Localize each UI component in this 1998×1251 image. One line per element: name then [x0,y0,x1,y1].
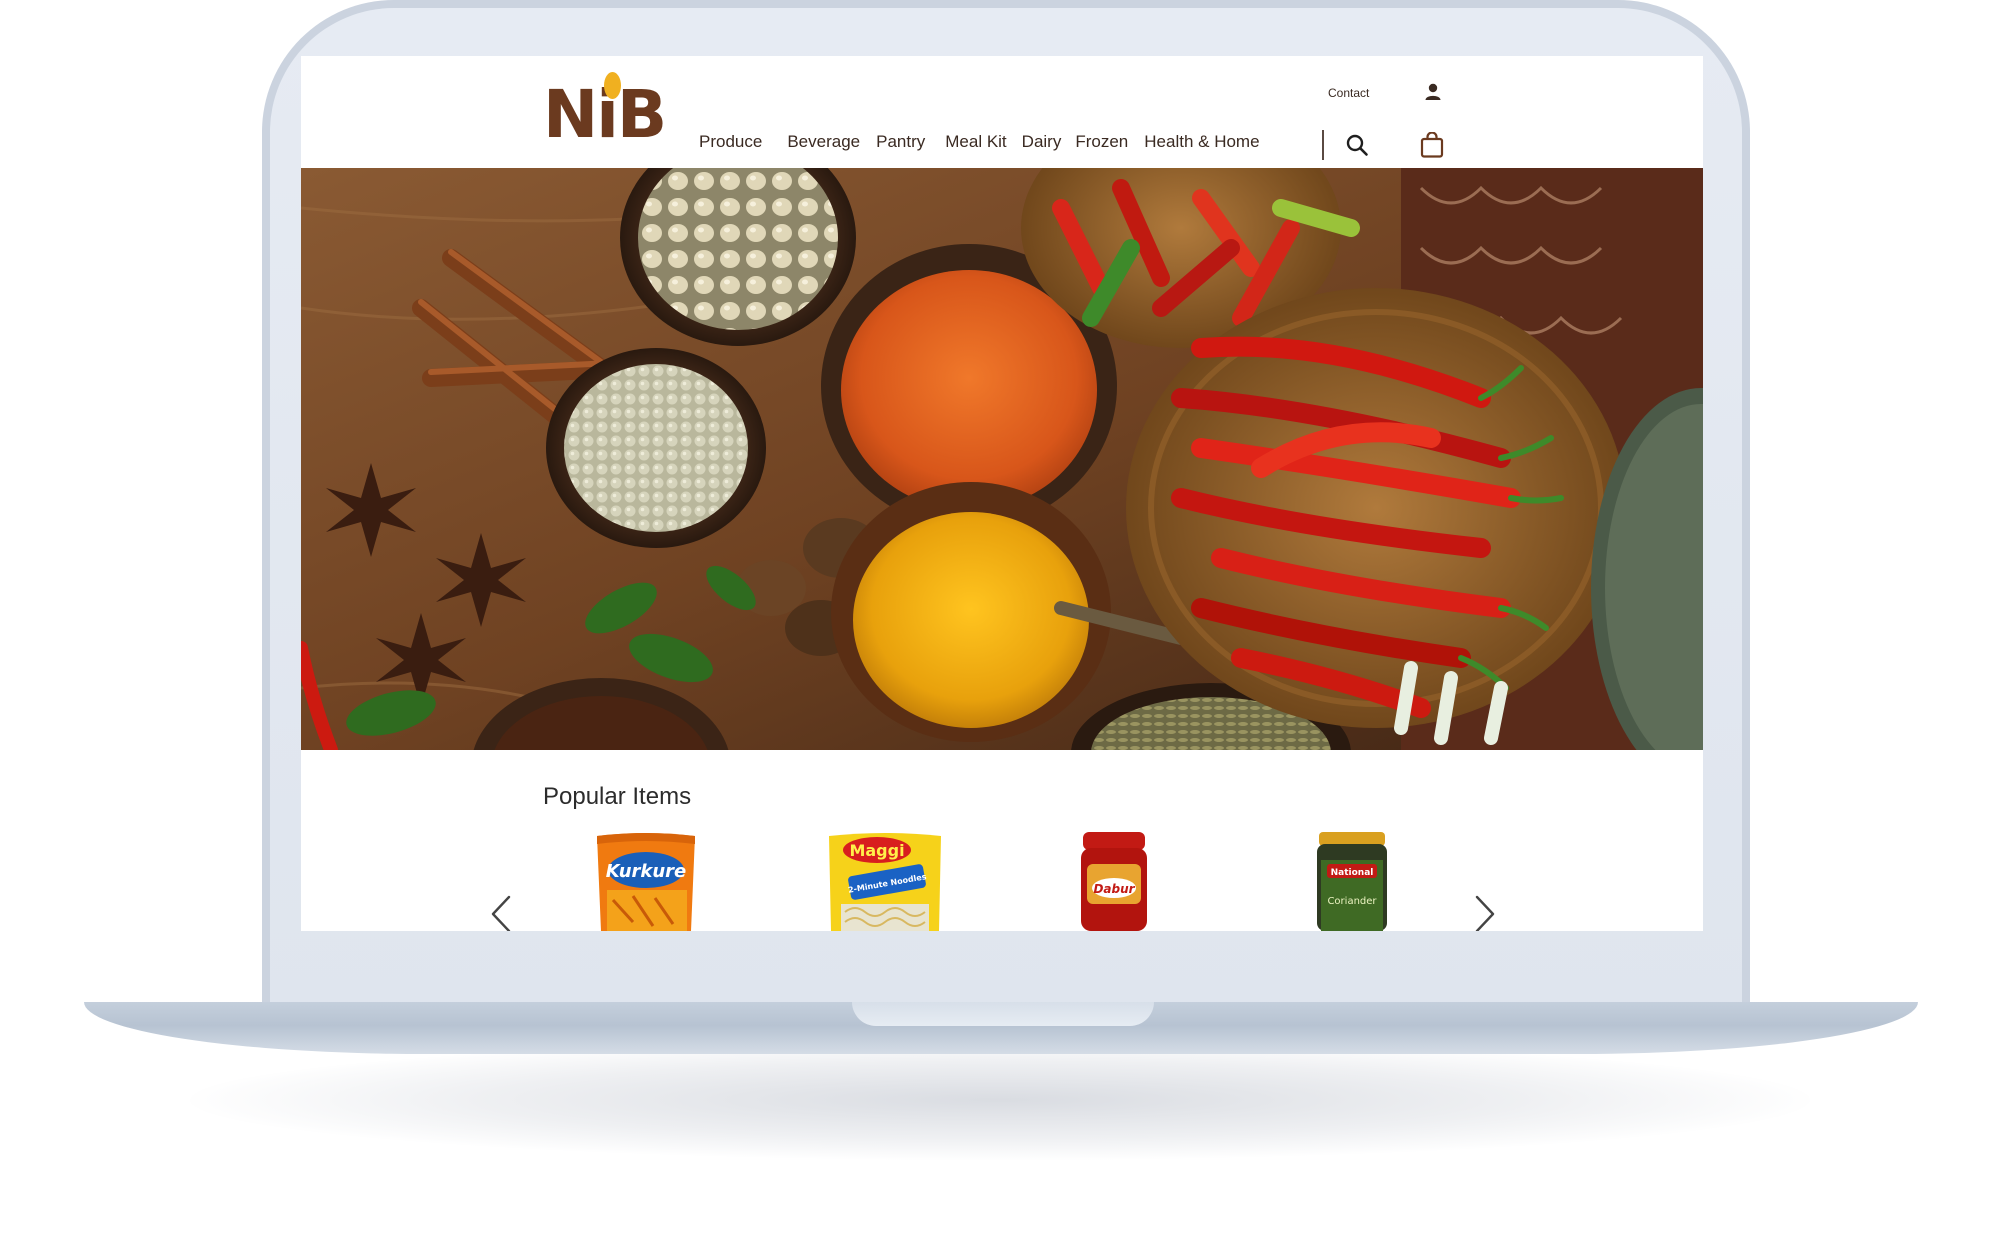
maggi-noodles-pack: Maggi 2-Minute Noodles [829,833,941,931]
national-subtitle-text: Coriander [1327,896,1377,907]
contact-link[interactable]: Contact [1328,86,1369,100]
kurkure-snack-pack: Kurkure [597,833,695,931]
user-icon[interactable] [1423,82,1443,102]
product-card-dabur[interactable]: Dabur [1077,830,1151,931]
site-header: NiB Produce Beverage Pantry Meal Kit Dai… [301,56,1703,168]
product-card-maggi[interactable]: Maggi 2-Minute Noodles [827,830,943,931]
maggi-brand-text: Maggi [849,841,904,860]
main-nav: Produce Beverage Pantry Meal Kit Dairy F… [699,130,1260,154]
hero-image [301,168,1703,750]
nav-item-meal-kit[interactable]: Meal Kit [945,132,1006,152]
dabur-brand-text: Dabur [1093,882,1135,896]
chevron-right-icon[interactable] [1473,894,1497,931]
nav-item-beverage[interactable]: Beverage [787,132,860,152]
nav-item-pantry[interactable]: Pantry [876,132,925,152]
nav-item-produce[interactable]: Produce [699,132,762,152]
chevron-left-icon[interactable] [489,894,513,931]
laptop-screen: NiB Produce Beverage Pantry Meal Kit Dai… [301,56,1703,931]
product-card-national-coriander[interactable]: National Coriander [1313,830,1391,931]
shopping-bag-icon[interactable] [1420,132,1444,158]
dabur-jar: Dabur [1081,832,1147,931]
popular-items-title: Popular Items [543,783,692,810]
national-brand-text: National [1331,868,1374,878]
nav-item-dairy[interactable]: Dairy [1022,132,1062,152]
header-divider [1322,130,1324,160]
product-card-kurkure[interactable]: Kurkure [593,830,699,931]
brand-logo[interactable]: NiB [543,72,683,152]
logo-dot [604,72,621,99]
laptop-notch [852,1002,1154,1026]
kurkure-brand-text: Kurkure [606,861,687,882]
search-icon[interactable] [1345,133,1369,157]
hero-banner [301,168,1703,750]
national-coriander-jar: National Coriander [1317,832,1387,931]
nav-item-health-home[interactable]: Health & Home [1144,132,1259,152]
page: NiB Produce Beverage Pantry Meal Kit Dai… [0,0,1998,1251]
nav-item-frozen[interactable]: Frozen [1075,132,1128,152]
laptop-shadow [190,1040,1810,1160]
